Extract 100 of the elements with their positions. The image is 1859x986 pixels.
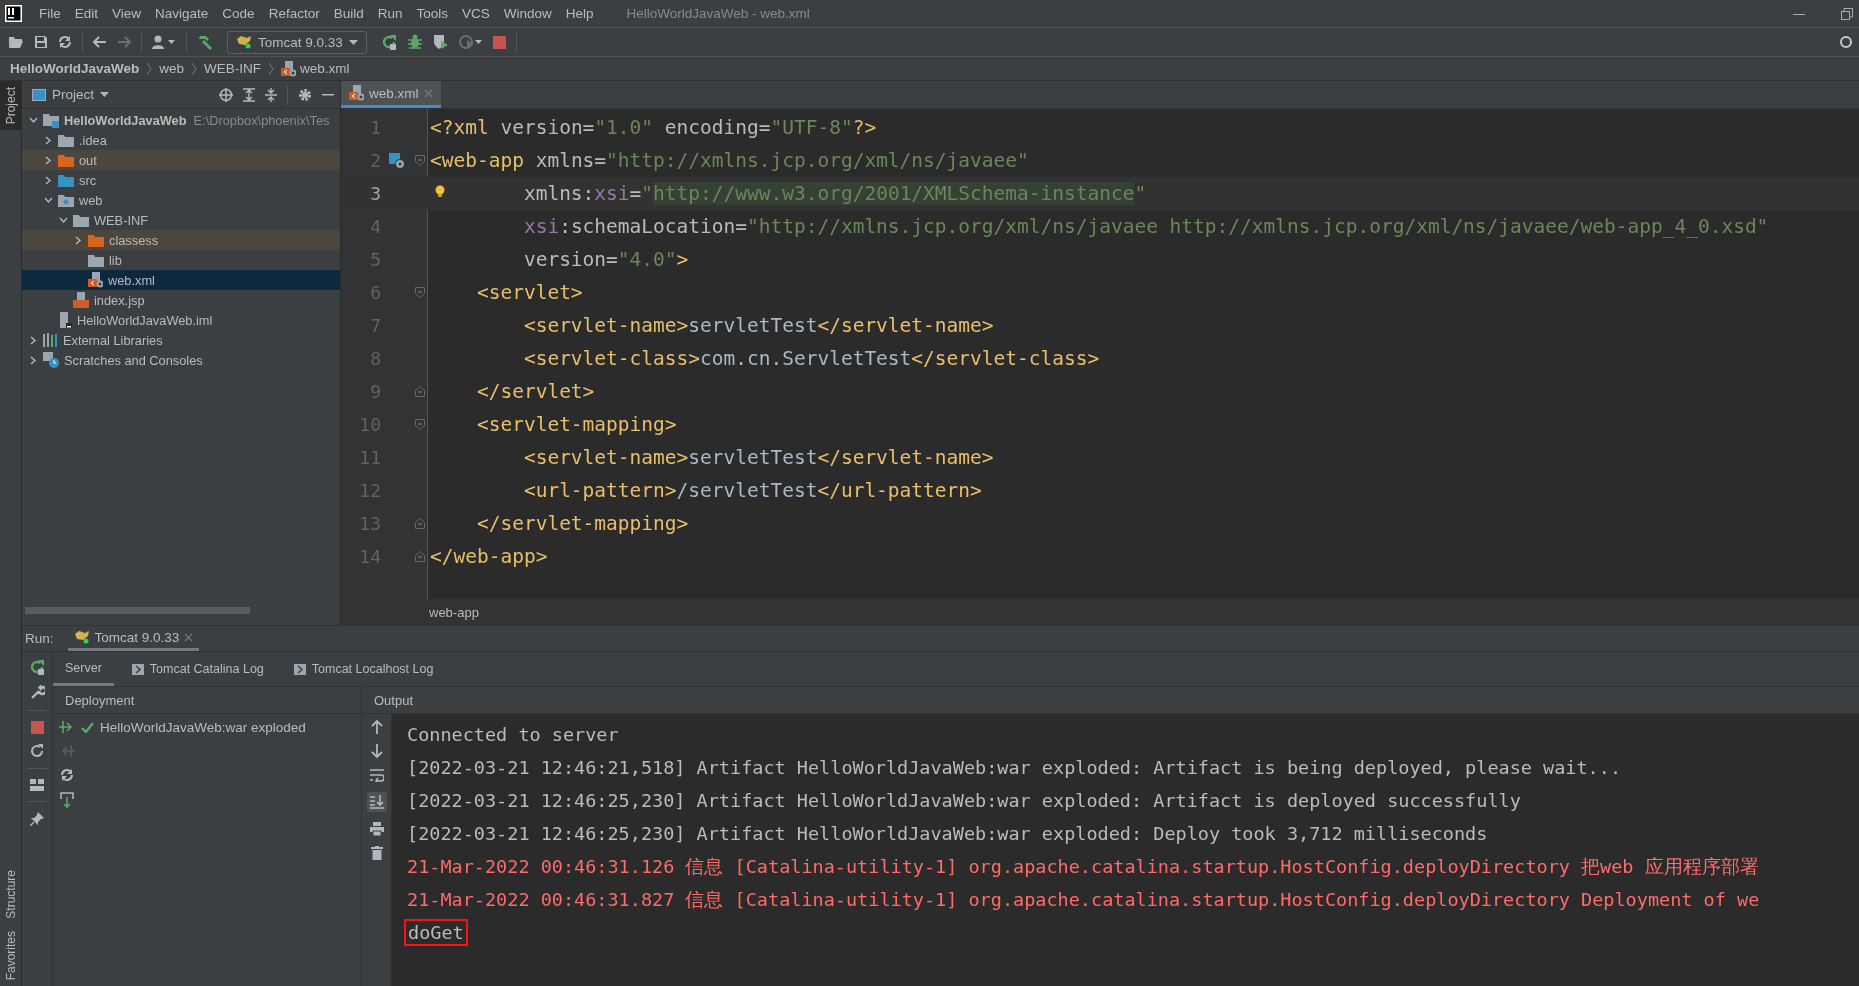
scroll-to-end-button[interactable] xyxy=(366,792,387,812)
restart-icon[interactable] xyxy=(30,744,44,758)
deploy-down-icon[interactable] xyxy=(60,792,74,808)
expand-all-icon[interactable] xyxy=(243,87,255,102)
locate-icon[interactable] xyxy=(219,87,233,102)
rerun-icon[interactable] xyxy=(380,34,397,50)
save-icon[interactable] xyxy=(34,35,48,49)
collapse-all-icon[interactable] xyxy=(265,87,277,102)
wrench-icon[interactable] xyxy=(29,685,45,700)
tree-item[interactable]: index.jsp xyxy=(22,290,340,310)
menu-item[interactable]: Window xyxy=(496,6,559,21)
panel-selector[interactable]: Project xyxy=(32,87,110,102)
panel-label: Run: xyxy=(25,631,54,646)
tree-item[interactable]: WEB-INF xyxy=(22,210,340,230)
code-editor[interactable] xyxy=(341,109,1859,599)
code-line: <servlet-mapping> xyxy=(476,413,677,436)
tree-item[interactable]: out xyxy=(22,150,340,170)
refresh-icon[interactable] xyxy=(60,768,74,782)
code-line: <url-pattern>/servletTest</url-pattern> xyxy=(523,479,982,502)
bug-icon[interactable] xyxy=(406,34,423,50)
editor-tab[interactable]: web.xml xyxy=(341,81,441,108)
menu-item[interactable]: Tools xyxy=(409,6,455,21)
jsp-file-icon xyxy=(73,292,89,308)
code-line: <web-app xmlns="http://xmlns.jcp.org/xml/ns/javaee" xyxy=(430,149,1029,172)
menu-item[interactable]: Run xyxy=(370,6,410,21)
pin-icon[interactable] xyxy=(30,812,44,826)
menu-item[interactable]: Refactor xyxy=(261,6,327,21)
fold-start-icon[interactable] xyxy=(415,155,425,166)
stop-icon[interactable] xyxy=(492,35,506,49)
shield-run-icon[interactable] xyxy=(432,34,449,50)
search-icon[interactable] xyxy=(1839,35,1853,49)
console-line: [2022-03-21 12:46:21,518] Artifact HelloWorldJavaWeb:war exploded: Artifact is being deployed, please wait... xyxy=(407,757,1622,778)
console-line: Connected to server xyxy=(407,724,619,745)
tool-window-button[interactable]: Structure xyxy=(0,863,21,925)
trash-icon[interactable] xyxy=(370,846,383,860)
breadcrumb-item[interactable]: WEB-INF xyxy=(204,61,262,76)
hammer-icon[interactable] xyxy=(197,34,213,50)
menu-item[interactable]: Code xyxy=(215,6,262,21)
print-icon[interactable] xyxy=(369,822,384,836)
breadcrumb-item[interactable]: web-app xyxy=(429,605,479,620)
web-folder-icon xyxy=(58,193,74,207)
soft-wrap-icon[interactable] xyxy=(369,768,384,782)
scrollbar[interactable] xyxy=(25,607,250,614)
line-number: 3 xyxy=(369,183,381,204)
run-subtab[interactable]: Server xyxy=(53,652,114,686)
tree-item[interactable]: web xyxy=(22,190,340,210)
restore-icon[interactable] xyxy=(1841,7,1853,20)
tree-item[interactable]: classess xyxy=(22,230,340,250)
profiler-icon[interactable] xyxy=(458,34,483,50)
user-icon[interactable] xyxy=(152,35,176,49)
menu-item[interactable]: Build xyxy=(326,6,371,21)
code-line: <servlet-class>com.cn.ServletTest</servlet-class> xyxy=(523,347,1100,370)
chevron-icon xyxy=(191,61,198,76)
tree-item[interactable]: HelloWorldJavaWeb.iml xyxy=(22,310,340,330)
xml-file-icon xyxy=(88,272,103,288)
down-arrow-icon[interactable] xyxy=(370,744,383,758)
run-subtab[interactable]: Tomcat Localhost Log xyxy=(281,652,446,686)
tree-item[interactable]: lib xyxy=(22,250,340,270)
tree-item[interactable]: .idea xyxy=(22,130,340,150)
tomcat-icon xyxy=(73,630,90,644)
tree-item[interactable]: src xyxy=(22,170,340,190)
tool-window-button[interactable]: Project xyxy=(0,81,21,131)
folder-icon xyxy=(58,173,74,187)
menu-item[interactable]: File xyxy=(32,6,68,21)
menu-item[interactable]: Edit xyxy=(67,6,106,21)
menu-item[interactable]: Help xyxy=(558,6,601,21)
breadcrumb-item[interactable]: HelloWorldJavaWeb xyxy=(10,61,140,76)
breadcrumb-item[interactable]: web.xml xyxy=(281,60,350,77)
run-subtab[interactable]: Tomcat Catalina Log xyxy=(119,652,276,686)
open-folder-icon[interactable] xyxy=(8,35,24,49)
menu-item[interactable]: View xyxy=(105,6,149,21)
layout-icon[interactable] xyxy=(30,779,44,791)
scratches-icon xyxy=(43,352,59,368)
libraries-icon xyxy=(43,333,58,347)
deploy-icon[interactable] xyxy=(59,720,75,734)
fold-start-icon[interactable] xyxy=(415,419,425,430)
console-line: [2022-03-21 12:46:25,230] Artifact HelloWorldJavaWeb:war exploded: Deploy took 3,712 milliseconds xyxy=(407,823,1488,844)
xml-file-icon xyxy=(349,85,364,101)
tool-window-button[interactable]: Favorites xyxy=(0,924,21,986)
back-icon[interactable] xyxy=(93,36,107,48)
run-tab[interactable]: Tomcat 9.0.33 xyxy=(67,626,200,651)
rerun-icon[interactable] xyxy=(29,659,45,675)
menu-item[interactable]: VCS xyxy=(455,6,497,21)
run-configuration-dropdown[interactable]: Tomcat 9.0.33 xyxy=(227,30,367,54)
settings-icon[interactable] xyxy=(298,87,312,102)
tree-item[interactable]: HelloWorldJavaWeb E:\Dropbox\phoenix\Tes xyxy=(22,110,340,130)
lightbulb-icon[interactable] xyxy=(435,185,445,199)
code-line: <?xml version="1.0" encoding="UTF-8"?> xyxy=(430,116,877,139)
code-line: <servlet-name>servletTest</servlet-name> xyxy=(523,446,994,469)
tree-item[interactable]: web.xml xyxy=(22,270,340,290)
tree-item[interactable]: External Libraries xyxy=(22,330,340,350)
breadcrumb-item[interactable]: web xyxy=(159,61,185,76)
stop-icon[interactable] xyxy=(30,721,44,734)
tree-item[interactable]: Scratches and Consoles xyxy=(22,350,340,370)
menu-item[interactable]: Navigate xyxy=(148,6,216,21)
up-arrow-icon[interactable] xyxy=(370,720,383,734)
deployment-item[interactable]: HelloWorldJavaWeb:war exploded xyxy=(81,717,361,737)
sync-icon[interactable] xyxy=(58,35,72,49)
fold-start-icon[interactable] xyxy=(415,287,425,298)
web-descriptor-icon[interactable] xyxy=(389,152,405,169)
